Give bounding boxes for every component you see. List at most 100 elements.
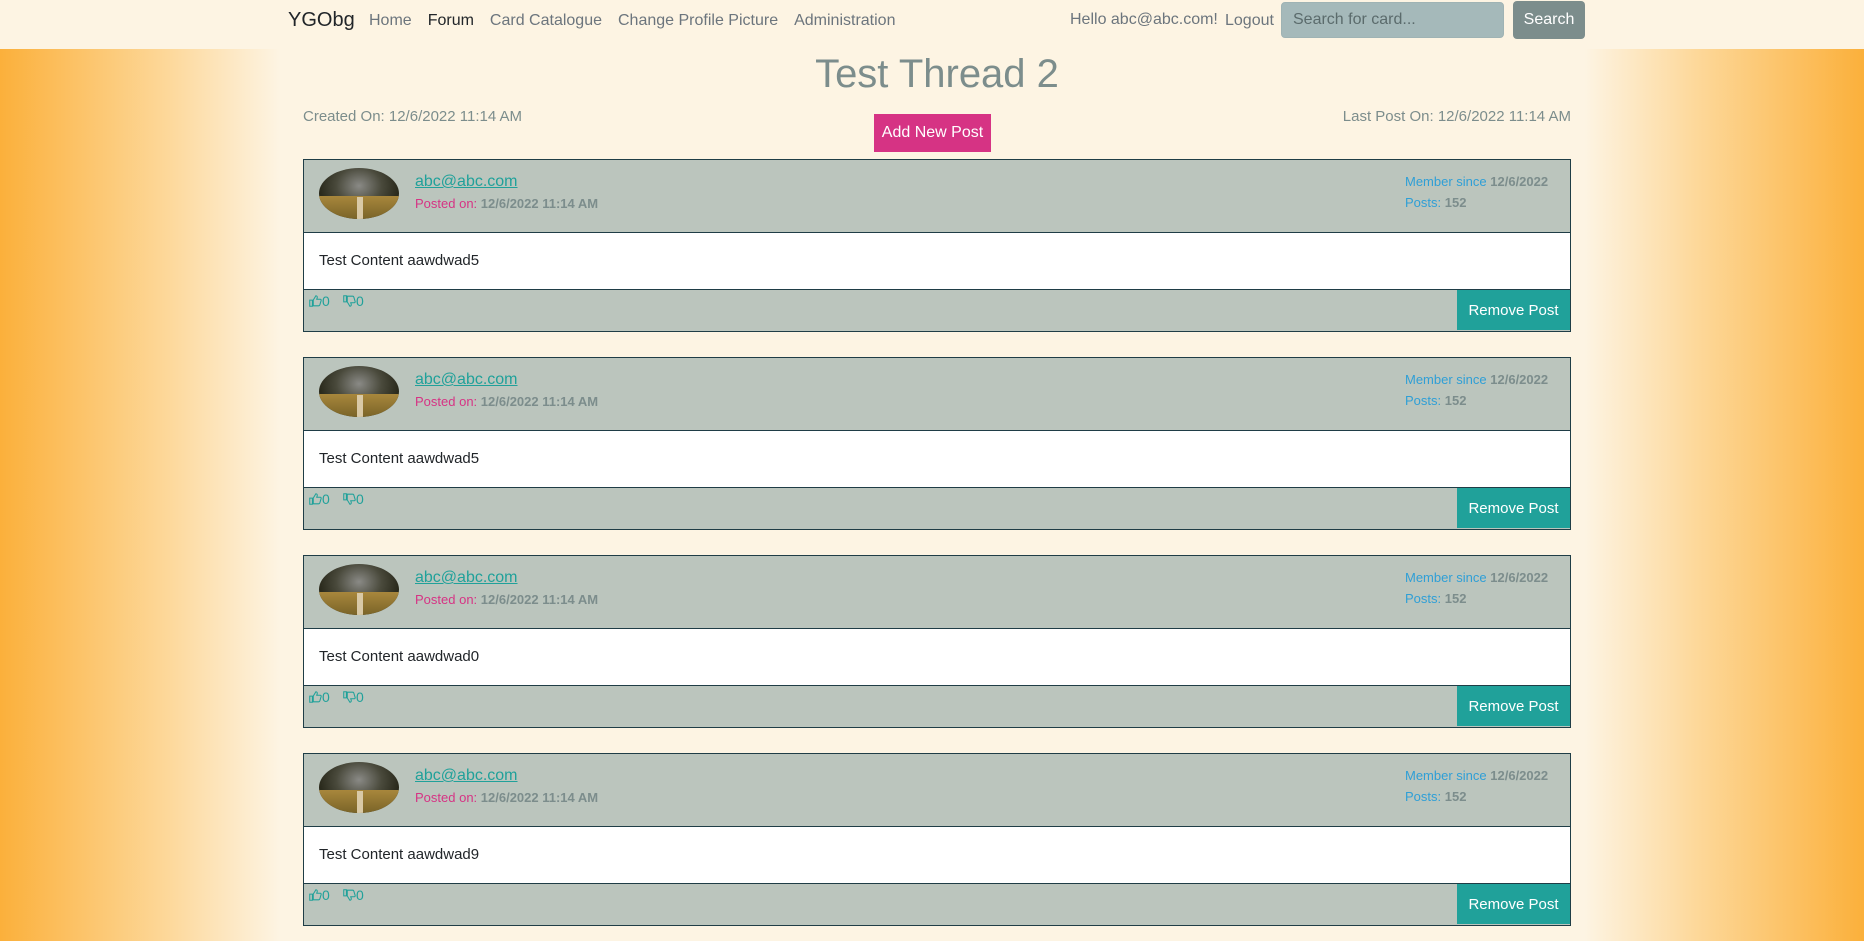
remove-post-button[interactable]: Remove Post [1457, 884, 1570, 924]
member-since-label: Member since [1405, 768, 1487, 783]
logout-link[interactable]: Logout [1225, 12, 1274, 30]
post-body: Test Content aawdwad5 [304, 233, 1570, 290]
thread-content: Test Thread 2 Created On: 12/6/2022 11:1… [303, 49, 1571, 941]
post-header: abc@abc.com Posted on: 12/6/2022 11:14 A… [304, 754, 1570, 827]
member-since: Member since 12/6/2022 [1405, 174, 1548, 189]
nav-link-change-profile-picture[interactable]: Change Profile Picture [618, 12, 778, 30]
post-count-label: Posts: [1405, 393, 1442, 408]
post-footer: 0 0 Remove Post [304, 686, 1570, 727]
card-search-input[interactable] [1281, 2, 1504, 38]
post-count-value: 152 [1444, 789, 1467, 804]
member-since-value: 12/6/2022 [1490, 372, 1549, 387]
avatar [319, 564, 399, 615]
thumbs-up-icon [309, 493, 322, 505]
post-author-link[interactable]: abc@abc.com [415, 173, 518, 191]
thumbs-down-icon [343, 889, 356, 901]
post-body: Test Content aawdwad9 [304, 827, 1570, 884]
post-footer: 0 0 Remove Post [304, 290, 1570, 331]
member-since: Member since 12/6/2022 [1405, 372, 1548, 387]
thumbs-down-icon [343, 493, 356, 505]
post-header: abc@abc.com Posted on: 12/6/2022 11:14 A… [304, 556, 1570, 629]
like-button[interactable]: 0 [308, 887, 330, 903]
dislike-button[interactable]: 0 [342, 293, 364, 309]
remove-post-button[interactable]: Remove Post [1457, 290, 1570, 330]
post-footer: 0 0 Remove Post [304, 488, 1570, 529]
thumbs-up-icon [309, 889, 322, 901]
post-body: Test Content aawdwad5 [304, 431, 1570, 488]
avatar [319, 366, 399, 417]
member-since-value: 12/6/2022 [1490, 174, 1549, 189]
nav-link-forum[interactable]: Forum [428, 12, 474, 30]
post-content: Test Content aawdwad5 [319, 252, 480, 269]
post-count: Posts: 152 [1405, 591, 1466, 606]
posted-date-value: 12/6/2022 11:14 AM [480, 592, 599, 607]
forum-post: abc@abc.com Posted on: 12/6/2022 11:14 A… [303, 159, 1571, 332]
post-content: Test Content aawdwad0 [319, 648, 480, 665]
posted-date-value: 12/6/2022 11:14 AM [480, 196, 599, 211]
avatar [319, 762, 399, 813]
avatar [319, 168, 399, 219]
post-date: Posted on: 12/6/2022 11:14 AM [415, 394, 598, 409]
post-count-label: Posts: [1405, 789, 1442, 804]
like-count: 0 [322, 689, 330, 705]
add-new-post-button[interactable]: Add New Post [874, 114, 991, 152]
post-date: Posted on: 12/6/2022 11:14 AM [415, 790, 598, 805]
dislike-button[interactable]: 0 [342, 887, 364, 903]
post-count: Posts: 152 [1405, 393, 1466, 408]
search-button[interactable]: Search [1513, 1, 1585, 39]
thread-title: Test Thread 2 [815, 52, 1059, 96]
like-button[interactable]: 0 [308, 293, 330, 309]
post-body: Test Content aawdwad0 [304, 629, 1570, 686]
like-button[interactable]: 0 [308, 689, 330, 705]
nav-link-card-catalogue[interactable]: Card Catalogue [490, 12, 602, 30]
post-content: Test Content aawdwad5 [319, 450, 480, 467]
forum-post: abc@abc.com Posted on: 12/6/2022 11:14 A… [303, 357, 1571, 530]
dislike-count: 0 [356, 689, 364, 705]
posted-date-value: 12/6/2022 11:14 AM [480, 394, 599, 409]
remove-post-button[interactable]: Remove Post [1457, 686, 1570, 726]
thumbs-down-icon [343, 691, 356, 703]
dislike-count: 0 [356, 887, 364, 903]
like-button[interactable]: 0 [308, 491, 330, 507]
post-header: abc@abc.com Posted on: 12/6/2022 11:14 A… [304, 358, 1570, 431]
member-since-value: 12/6/2022 [1490, 570, 1549, 585]
post-author-link[interactable]: abc@abc.com [415, 569, 518, 587]
post-header: abc@abc.com Posted on: 12/6/2022 11:14 A… [304, 160, 1570, 233]
post-author-link[interactable]: abc@abc.com [415, 371, 518, 389]
post-author-link[interactable]: abc@abc.com [415, 767, 518, 785]
dislike-button[interactable]: 0 [342, 491, 364, 507]
thread-last-post-date: Last Post On: 12/6/2022 11:14 AM [1342, 108, 1571, 125]
forum-post: abc@abc.com Posted on: 12/6/2022 11:14 A… [303, 555, 1571, 728]
member-since-label: Member since [1405, 570, 1487, 585]
posted-label: Posted on: [415, 790, 478, 805]
like-count: 0 [322, 293, 330, 309]
post-count: Posts: 152 [1405, 789, 1466, 804]
post-count: Posts: 152 [1405, 195, 1466, 210]
nav-link-home[interactable]: Home [369, 12, 412, 30]
post-footer: 0 0 Remove Post [304, 884, 1570, 925]
brand-logo[interactable]: YGObg [288, 9, 355, 32]
forum-post: abc@abc.com Posted on: 12/6/2022 11:14 A… [303, 753, 1571, 926]
post-count-label: Posts: [1405, 591, 1442, 606]
thread-created-date: Created On: 12/6/2022 11:14 AM [303, 108, 523, 125]
post-date: Posted on: 12/6/2022 11:14 AM [415, 592, 598, 607]
member-since-label: Member since [1405, 372, 1487, 387]
user-greeting: Hello abc@abc.com! [1070, 11, 1218, 28]
member-since-label: Member since [1405, 174, 1487, 189]
post-count-value: 152 [1444, 393, 1467, 408]
thumbs-down-icon [343, 295, 356, 307]
dislike-count: 0 [356, 491, 364, 507]
thumbs-up-icon [309, 691, 322, 703]
dislike-count: 0 [356, 293, 364, 309]
post-count-label: Posts: [1405, 195, 1442, 210]
post-count-value: 152 [1444, 591, 1467, 606]
nav-links: Home Forum Card Catalogue Change Profile… [369, 12, 911, 30]
posted-label: Posted on: [415, 394, 478, 409]
nav-link-administration[interactable]: Administration [794, 12, 895, 30]
top-navbar: YGObg Home Forum Card Catalogue Change P… [0, 0, 1864, 49]
dislike-button[interactable]: 0 [342, 689, 364, 705]
like-count: 0 [322, 887, 330, 903]
post-content: Test Content aawdwad9 [319, 846, 480, 863]
remove-post-button[interactable]: Remove Post [1457, 488, 1570, 528]
thumbs-up-icon [309, 295, 322, 307]
